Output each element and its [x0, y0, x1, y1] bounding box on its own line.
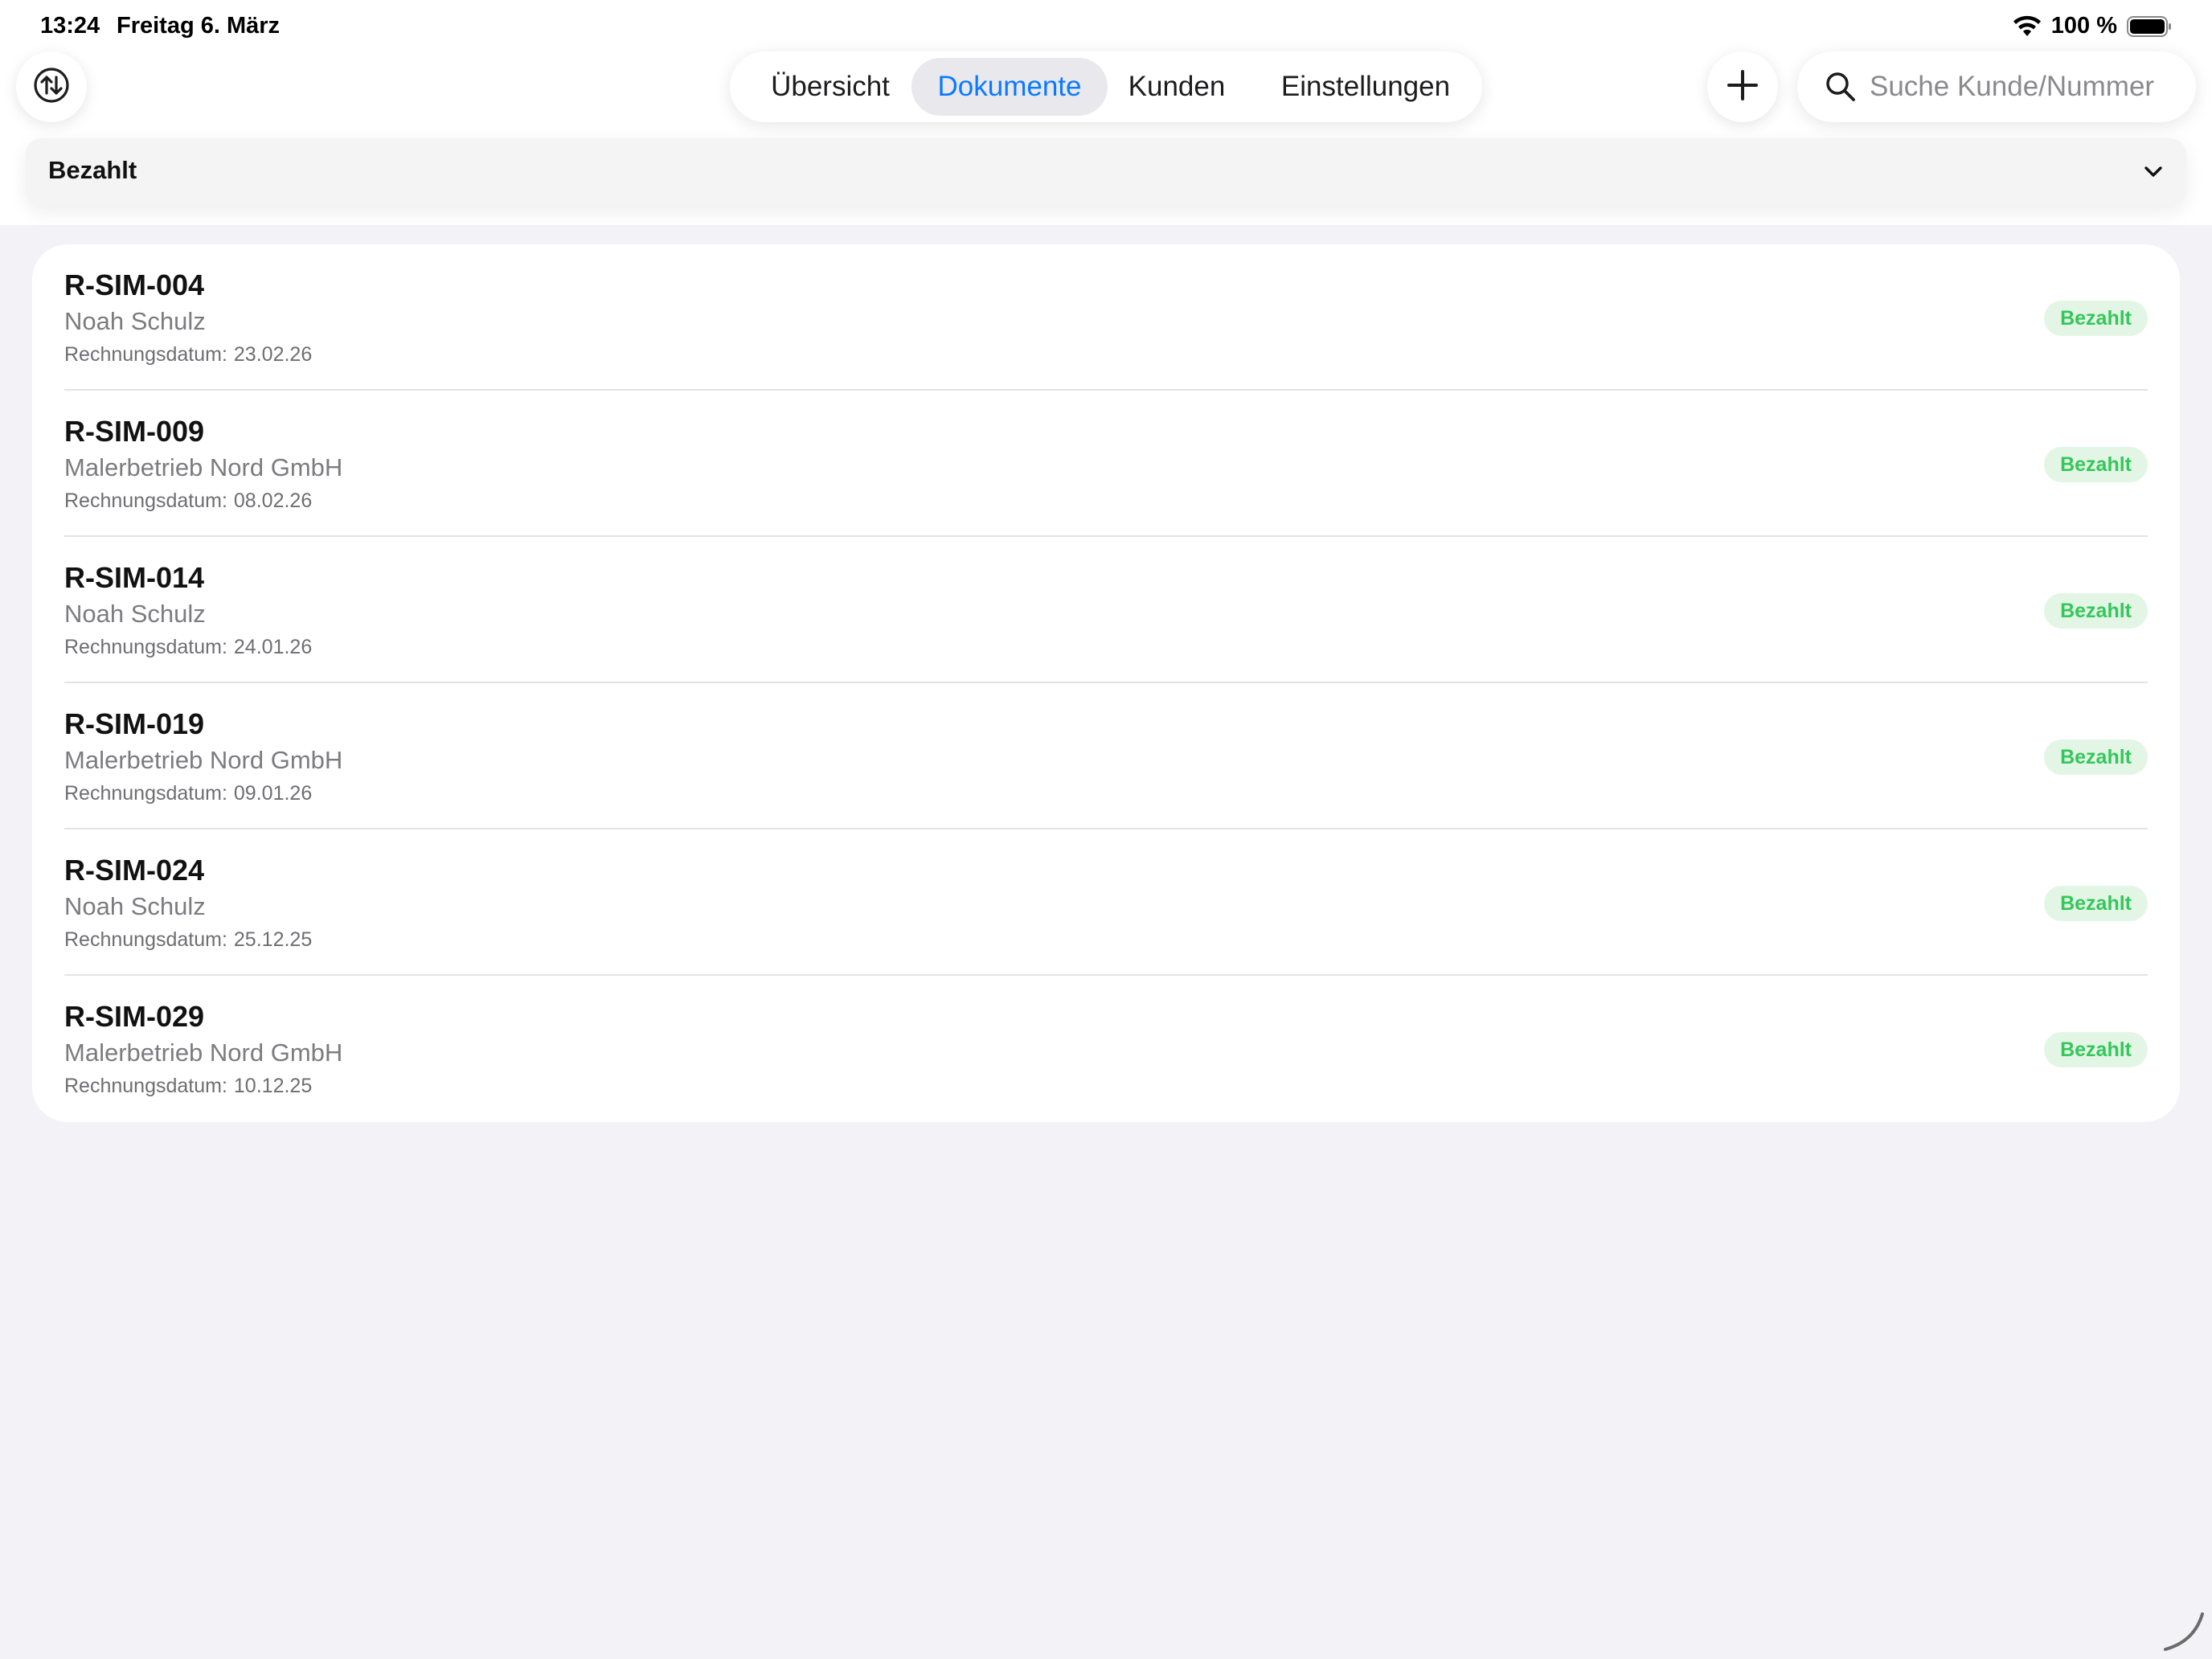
window-resize-handle[interactable]: [2162, 1609, 2206, 1653]
invoice-date: Rechnungsdatum: 25.12.25: [64, 928, 312, 952]
invoice-date-value: 10.12.25: [233, 1075, 313, 1097]
sync-button[interactable]: [16, 51, 87, 122]
document-number: R-SIM-029: [64, 1000, 205, 1033]
invoice-date-label: Rechnungsdatum:: [64, 1075, 227, 1097]
document-list: R-SIM-004 Noah Schulz Rechnungsdatum: 23…: [32, 244, 2180, 1122]
status-badge: Bezahlt: [2044, 886, 2148, 921]
status-date: Freitag 6. März: [117, 13, 281, 39]
tab-kunden[interactable]: Kunden: [1116, 58, 1238, 116]
invoice-date-label: Rechnungsdatum:: [64, 636, 227, 658]
document-number: R-SIM-014: [64, 561, 205, 594]
battery-icon: [2127, 15, 2172, 37]
status-filter-dropdown[interactable]: Bezahlt: [26, 138, 2186, 206]
status-time: 13:24: [40, 13, 100, 39]
customer-name: Malerbetrieb Nord GmbH: [64, 746, 343, 774]
document-row[interactable]: R-SIM-009 Malerbetrieb Nord GmbH Rechnun…: [32, 391, 2180, 537]
tab-einstellungen[interactable]: Einstellungen: [1260, 58, 1471, 116]
status-badge: Bezahlt: [2044, 739, 2148, 775]
search-icon: [1825, 71, 1857, 103]
invoice-date: Rechnungsdatum: 09.01.26: [64, 782, 312, 805]
status-badge: Bezahlt: [2044, 447, 2148, 482]
customer-name: Noah Schulz: [64, 307, 206, 335]
filter-selected-value: Bezahlt: [48, 156, 137, 184]
document-number: R-SIM-019: [64, 707, 205, 740]
document-row[interactable]: R-SIM-029 Malerbetrieb Nord GmbH Rechnun…: [32, 976, 2180, 1122]
search-input[interactable]: [1870, 66, 2183, 108]
tab-uebersicht[interactable]: Übersicht: [738, 58, 923, 116]
document-number: R-SIM-024: [64, 854, 205, 887]
invoice-date-label: Rechnungsdatum:: [64, 782, 227, 805]
invoice-date-value: 25.12.25: [233, 928, 313, 951]
tab-label: Übersicht: [771, 71, 890, 102]
status-indicators: 100 %: [2013, 13, 2172, 39]
document-number: R-SIM-009: [64, 415, 205, 448]
wifi-icon: [2013, 15, 2042, 38]
invoice-date: Rechnungsdatum: 24.01.26: [64, 636, 312, 659]
tab-label: Einstellungen: [1280, 71, 1451, 102]
status-badge: Bezahlt: [2044, 1032, 2148, 1067]
sync-icon: [32, 66, 71, 109]
customer-name: Noah Schulz: [64, 892, 206, 920]
battery-percentage: 100 %: [2050, 13, 2117, 39]
search-bar: [1797, 51, 2196, 122]
document-row[interactable]: R-SIM-024 Noah Schulz Rechnungsdatum: 25…: [32, 830, 2180, 976]
invoice-date-label: Rechnungsdatum:: [64, 343, 227, 366]
add-document-button[interactable]: [1707, 51, 1778, 122]
invoice-date-value: 08.02.26: [233, 490, 313, 512]
customer-name: Malerbetrieb Nord GmbH: [64, 453, 343, 481]
invoice-date-value: 24.01.26: [233, 636, 313, 658]
invoice-date: Rechnungsdatum: 23.02.26: [64, 343, 312, 367]
invoice-date-value: 09.01.26: [233, 782, 313, 805]
tab-dokumente[interactable]: Dokumente: [911, 58, 1108, 116]
document-row[interactable]: R-SIM-004 Noah Schulz Rechnungsdatum: 23…: [32, 244, 2180, 391]
chevron-down-icon: [2141, 159, 2165, 183]
tab-label: Kunden: [1128, 71, 1226, 102]
plus-icon: [1725, 68, 1760, 107]
tab-label: Dokumente: [937, 71, 1082, 102]
invoice-date: Rechnungsdatum: 08.02.26: [64, 490, 312, 513]
tab-bar: Übersicht Dokumente Kunden Einstellungen: [730, 51, 1482, 122]
status-badge: Bezahlt: [2044, 593, 2148, 629]
customer-name: Noah Schulz: [64, 600, 206, 628]
invoice-date-value: 23.02.26: [233, 343, 313, 366]
document-number: R-SIM-004: [64, 268, 205, 301]
invoice-date-label: Rechnungsdatum:: [64, 928, 227, 951]
status-badge: Bezahlt: [2044, 301, 2148, 336]
status-bar: 13:24 Freitag 6. März 100 %: [0, 0, 2212, 51]
document-row[interactable]: R-SIM-014 Noah Schulz Rechnungsdatum: 24…: [32, 537, 2180, 683]
invoice-date-label: Rechnungsdatum:: [64, 490, 227, 512]
document-row[interactable]: R-SIM-019 Malerbetrieb Nord GmbH Rechnun…: [32, 683, 2180, 830]
invoice-date: Rechnungsdatum: 10.12.25: [64, 1075, 312, 1098]
customer-name: Malerbetrieb Nord GmbH: [64, 1038, 343, 1067]
